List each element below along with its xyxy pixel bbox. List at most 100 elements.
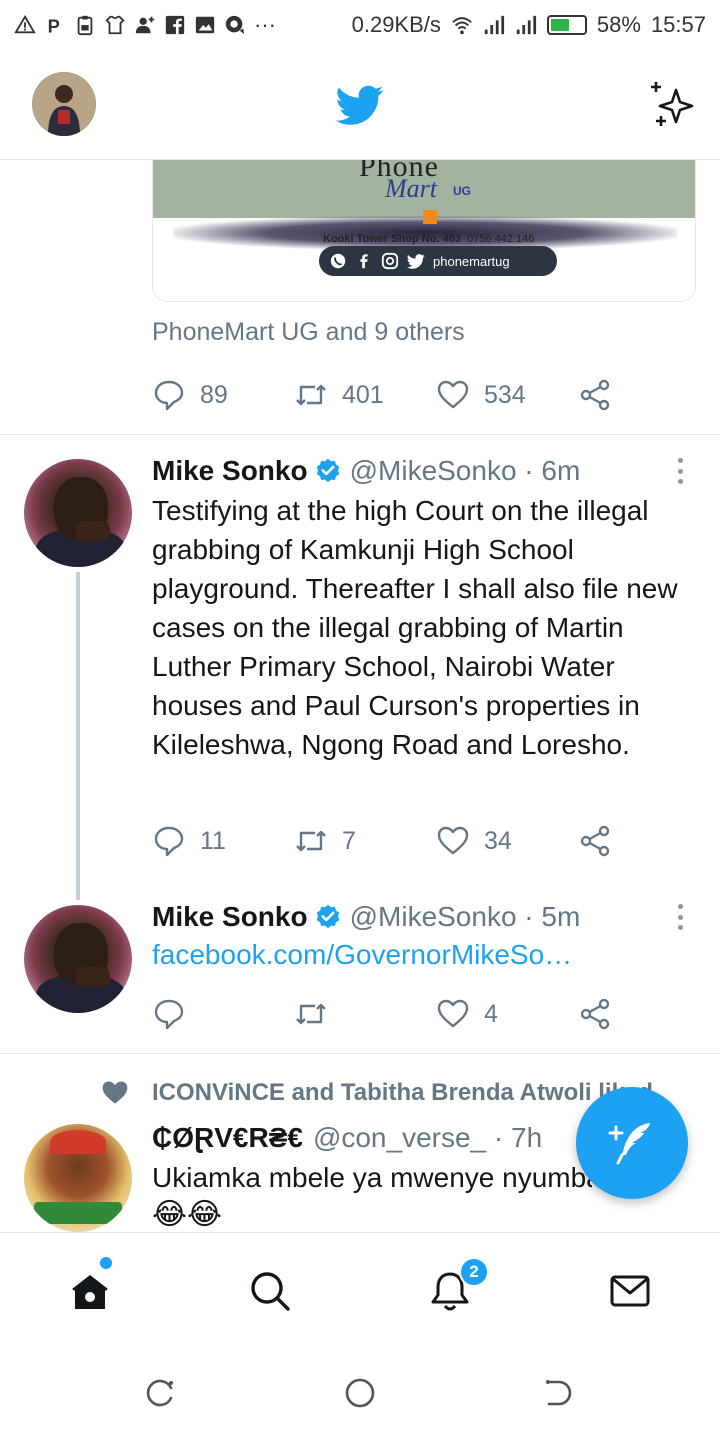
- brand-dot: [423, 210, 437, 224]
- author-name[interactable]: Mike Sonko: [152, 455, 308, 487]
- instagram-icon: [381, 252, 399, 270]
- author-name[interactable]: ₵ØⱤV€R₴€: [152, 1122, 303, 1154]
- facebook-icon: [164, 14, 186, 36]
- tweet-text: Testifying at the high Court on the ille…: [152, 495, 678, 760]
- warning-icon: [14, 14, 36, 36]
- more-options-icon[interactable]: [672, 456, 688, 486]
- retweet-icon: [296, 830, 326, 852]
- signal-icon-1: [483, 14, 505, 36]
- card-brand-suffix: UG: [453, 184, 471, 198]
- search-icon: [251, 1272, 290, 1311]
- reply-icon: [154, 826, 184, 857]
- retweet-icon: [296, 384, 326, 406]
- retweet-count: 7: [342, 826, 356, 855]
- like-count: 34: [484, 826, 512, 855]
- tweet-link[interactable]: facebook.com/GovernorMikeSo…: [152, 939, 612, 971]
- more-options-icon[interactable]: [672, 902, 688, 932]
- home-system-icon[interactable]: [343, 1376, 377, 1410]
- retweet-icon: [296, 1003, 326, 1025]
- liked-heart-icon: [102, 1081, 128, 1104]
- heart-icon: [437, 826, 469, 855]
- link-card-image[interactable]: Phone Mart UG Kooki Tower Shop No. 463 0…: [152, 160, 696, 302]
- more-notifications: ···: [254, 12, 276, 37]
- clipboard-icon: [74, 14, 96, 36]
- compose-feather-icon: [608, 1123, 650, 1165]
- profile-avatar[interactable]: [32, 72, 96, 136]
- retweet-button[interactable]: 7: [294, 824, 436, 858]
- nav-home[interactable]: [66, 1267, 114, 1315]
- card-shop-line: Kooki Tower Shop No. 463 0756 442 146: [323, 233, 534, 245]
- status-right: 0.29KB/s 58% 15:57: [352, 12, 706, 38]
- tweet-divider: [0, 434, 720, 435]
- home-unread-dot: [100, 1257, 112, 1269]
- like-button[interactable]: 4: [436, 997, 578, 1031]
- reply-icon: [154, 999, 184, 1030]
- tweet-actions: 89 401 534: [152, 375, 612, 415]
- bottom-navigation: 2: [0, 1232, 720, 1342]
- tweet-social-context[interactable]: PhoneMart UG and 9 others: [152, 318, 465, 347]
- tweet-divider: [0, 1053, 720, 1054]
- reply-icon: [154, 380, 184, 411]
- notifications-badge: 2: [459, 1257, 489, 1287]
- reply-button[interactable]: 89: [152, 378, 294, 412]
- tweet-header: Mike Sonko @MikeSonko · 6m: [152, 453, 580, 489]
- facebook-f-icon: [355, 252, 373, 270]
- home-icon: [72, 1275, 108, 1309]
- heart-icon: [437, 380, 469, 409]
- top-header: [0, 50, 720, 160]
- gallery-icon: [194, 14, 216, 36]
- nav-search[interactable]: [246, 1267, 294, 1315]
- card-shop-phone: 0756 442 146: [467, 233, 535, 245]
- retweet-button[interactable]: 401: [294, 378, 436, 412]
- share-button[interactable]: [578, 378, 612, 412]
- chat-icon: [224, 14, 246, 36]
- like-count: 4: [484, 999, 498, 1028]
- card-shop-name: Kooki Tower Shop No. 463: [323, 233, 461, 245]
- recent-apps-icon[interactable]: [143, 1376, 177, 1410]
- author-name[interactable]: Mike Sonko: [152, 901, 308, 933]
- like-button[interactable]: 34: [436, 824, 578, 858]
- reply-button[interactable]: [152, 997, 294, 1031]
- tweet-header: Mike Sonko @MikeSonko · 5m: [152, 899, 580, 935]
- author-handle-time: @con_verse_ · 7h: [312, 1122, 543, 1153]
- card-brand-name: Mart: [385, 174, 437, 203]
- nav-messages[interactable]: [606, 1267, 654, 1315]
- reply-count: 11: [200, 826, 226, 855]
- thread-connector: [76, 572, 80, 900]
- like-button[interactable]: 534: [436, 378, 578, 412]
- card-social-handle: phonemartug: [433, 253, 510, 269]
- back-system-icon[interactable]: [543, 1376, 577, 1410]
- sparkle-icon[interactable]: [646, 80, 698, 132]
- system-navigation-bar: [0, 1342, 720, 1440]
- author-handle-time: @MikeSonko · 5m: [349, 901, 581, 932]
- reply-button[interactable]: 11: [152, 824, 294, 858]
- status-bar: P ··· 0.29KB/s 58% 15:57: [0, 0, 720, 50]
- battery-icon: [546, 15, 587, 35]
- liked-by-context[interactable]: ICONViNCE and Tabitha Brenda Atwoli like…: [100, 1078, 672, 1108]
- compose-tweet-button[interactable]: [576, 1087, 688, 1199]
- clock: 15:57: [650, 12, 706, 37]
- notification-icons: P ···: [14, 12, 276, 38]
- tweet-actions: 11 7 34: [152, 821, 612, 861]
- network-speed: 0.29KB/s: [351, 12, 441, 37]
- share-button[interactable]: [578, 997, 612, 1031]
- heart-icon: [437, 999, 469, 1028]
- reply-count: 89: [200, 380, 228, 409]
- like-count: 534: [484, 380, 526, 409]
- twitter-small-icon: [407, 252, 425, 270]
- author-avatar[interactable]: [24, 1124, 132, 1232]
- author-avatar[interactable]: [24, 459, 132, 567]
- retweet-button[interactable]: [294, 997, 436, 1031]
- tweet-header: ₵ØⱤV€R₴€ @con_verse_ · 7h: [152, 1120, 542, 1156]
- retweet-count: 401: [342, 380, 384, 409]
- share-button[interactable]: [578, 824, 612, 858]
- card-social-pill: phonemartug: [319, 246, 557, 276]
- author-handle-time: @MikeSonko · 6m: [349, 455, 581, 486]
- share-icon: [580, 825, 610, 857]
- verified-badge-icon: [316, 904, 339, 929]
- author-avatar[interactable]: [24, 905, 132, 1013]
- messages-icon: [610, 1275, 650, 1307]
- signal-icon-2: [515, 14, 537, 36]
- tweet-emojis: 😂😂: [152, 1198, 223, 1231]
- share-icon: [580, 998, 610, 1030]
